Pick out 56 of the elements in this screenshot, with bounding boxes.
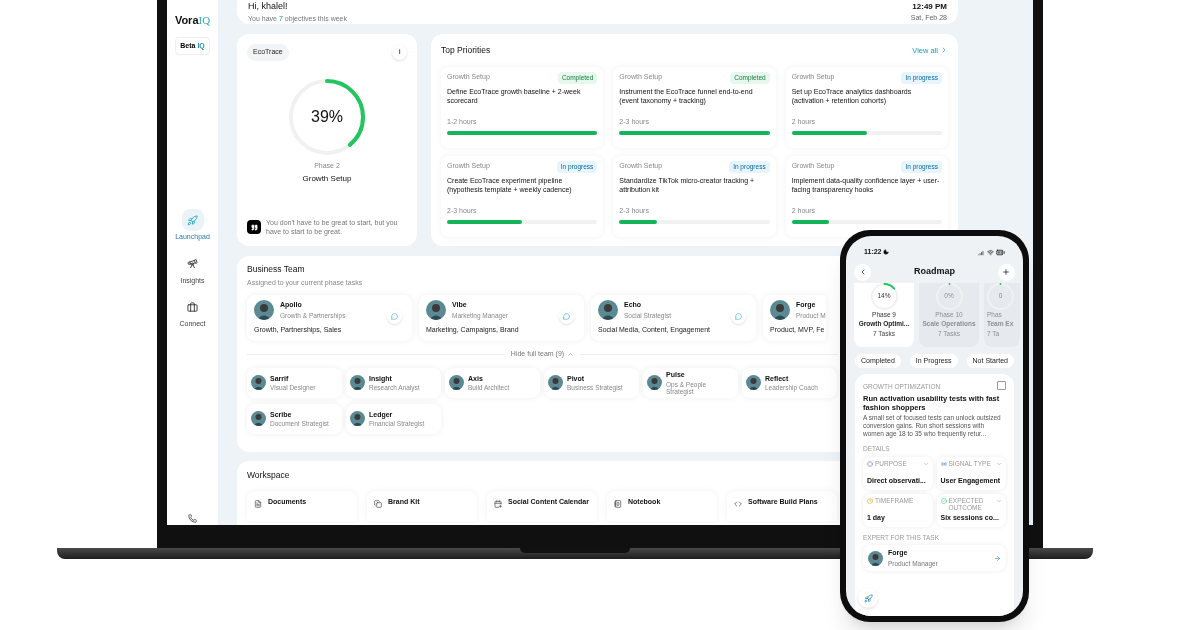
phase-name: Growth Setup xyxy=(301,173,353,185)
chat-button[interactable] xyxy=(387,309,402,325)
section-title: Workspace xyxy=(247,469,290,482)
moon-icon xyxy=(882,249,889,256)
screen-title: Roadmap xyxy=(914,265,955,279)
greeting: Hi, khalel! xyxy=(248,0,289,13)
avatar-icon xyxy=(449,375,464,391)
avatar-icon xyxy=(647,375,662,391)
telescope-icon xyxy=(187,258,198,270)
plus-icon xyxy=(1002,268,1011,276)
chevron-down-icon xyxy=(922,460,929,467)
section-title: Top Priorities xyxy=(441,44,491,57)
check-circle-icon xyxy=(940,497,947,504)
chevron-down-icon xyxy=(996,460,1002,467)
avatar-icon xyxy=(350,375,365,391)
info-button[interactable]: i xyxy=(392,44,407,60)
calendar-icon xyxy=(494,499,502,508)
chevron-up-icon xyxy=(567,351,575,358)
back-button[interactable] xyxy=(854,263,871,281)
task-checkbox[interactable] xyxy=(997,381,1006,390)
avatar-icon xyxy=(770,300,790,321)
avatar-icon xyxy=(746,375,761,391)
phone-icon[interactable] xyxy=(188,514,197,523)
quote-icon xyxy=(247,220,261,234)
code-icon xyxy=(734,499,742,508)
avatar-icon xyxy=(350,411,365,427)
chat-icon xyxy=(391,313,398,321)
avatar-icon xyxy=(251,411,266,427)
clock-time: 12:49 PM xyxy=(912,0,947,13)
rocket-icon xyxy=(863,593,873,603)
notebook-icon xyxy=(614,499,622,508)
chat-button[interactable] xyxy=(559,309,574,325)
copy-icon xyxy=(374,499,382,508)
avatar-icon xyxy=(598,300,618,321)
avatar-icon xyxy=(254,300,274,321)
avatar-icon xyxy=(251,375,266,391)
clock-icon xyxy=(867,497,873,504)
chat-icon xyxy=(563,313,570,321)
status-icons xyxy=(978,247,1005,257)
section-title: Business Team xyxy=(247,263,305,276)
rocket-icon xyxy=(187,214,198,226)
logo: VoraIQ xyxy=(174,13,211,28)
document-icon xyxy=(254,499,262,508)
chat-icon xyxy=(735,313,742,321)
briefcase-icon xyxy=(187,301,198,313)
chevron-down-icon xyxy=(996,497,1002,504)
avatar-icon xyxy=(868,550,883,566)
avatar-icon xyxy=(426,300,446,321)
add-button[interactable] xyxy=(998,263,1015,281)
avatar-icon xyxy=(548,375,563,391)
chevron-right-icon xyxy=(940,46,948,55)
arrow-right-icon xyxy=(994,554,1001,562)
target-icon xyxy=(867,460,873,467)
progress-percent: 39% xyxy=(311,106,343,127)
chat-button[interactable] xyxy=(731,309,746,325)
signal-icon xyxy=(940,460,947,467)
